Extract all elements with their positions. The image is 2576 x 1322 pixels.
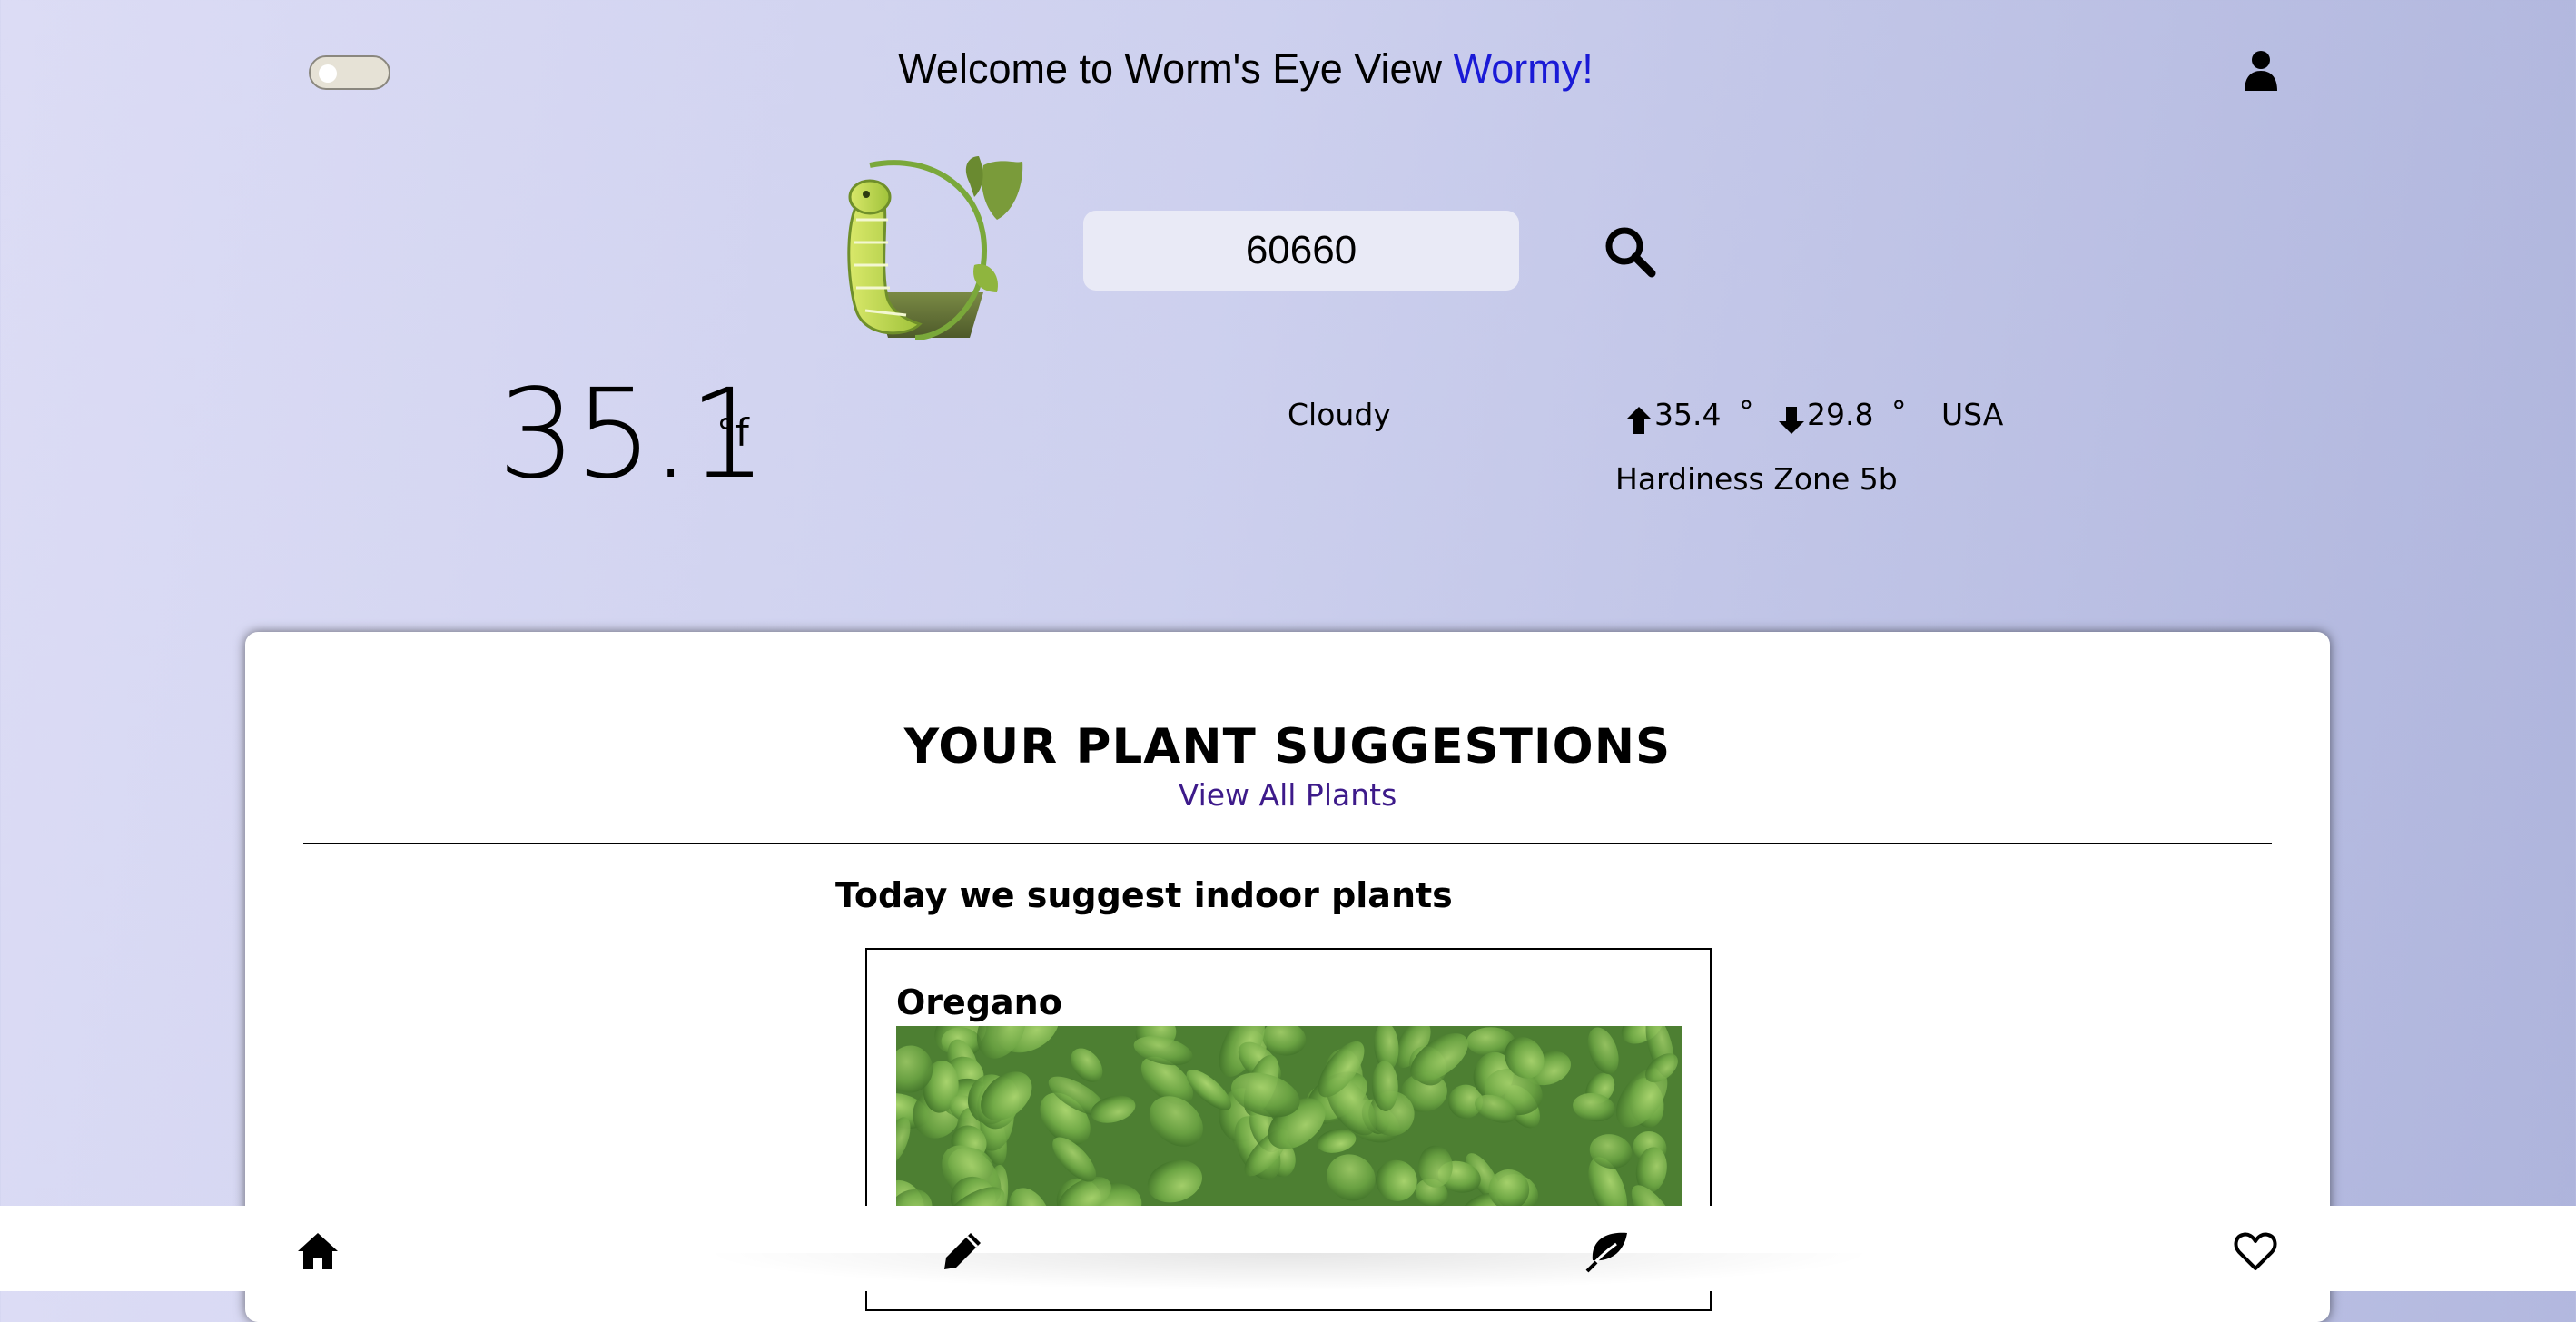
suggestion-subtitle: Today we suggest indoor plants — [835, 875, 1453, 915]
arrow-up-icon — [1626, 407, 1652, 434]
temperature-unit: °f — [716, 410, 749, 455]
suggestions-title: YOUR PLANT SUGGESTIONS — [903, 719, 1672, 774]
country-label: USA — [1941, 397, 2004, 432]
nav-shadow — [699, 1253, 1880, 1291]
welcome-text: Welcome to Worm's Eye View — [898, 45, 1443, 92]
user-icon[interactable] — [2243, 49, 2279, 93]
view-all-plants-link[interactable]: View All Plants — [245, 777, 2330, 813]
high-degree-symbol: ° — [1739, 394, 1754, 429]
plant-name: Oregano — [896, 982, 1062, 1022]
pencil-icon[interactable] — [941, 1229, 984, 1273]
divider — [303, 843, 2272, 844]
search-icon[interactable] — [1604, 225, 1656, 278]
low-degree-symbol: ° — [1891, 394, 1907, 429]
user-name: Wormy! — [1453, 45, 1594, 92]
high-temperature: 35.4 — [1654, 397, 1722, 432]
home-icon[interactable] — [296, 1229, 340, 1273]
worm-logo-icon — [847, 156, 1023, 340]
page-title: Welcome to Worm's Eye View Wormy! — [0, 45, 2492, 93]
heart-icon[interactable] — [2234, 1229, 2277, 1273]
hardiness-zone: Hardiness Zone 5b — [1615, 461, 1898, 497]
arrow-down-icon — [1779, 407, 1804, 434]
low-temperature: 29.8 — [1807, 397, 1874, 432]
weather-condition: Cloudy — [1288, 397, 1391, 432]
leaf-icon[interactable] — [1585, 1229, 1629, 1273]
zip-search-input[interactable] — [1083, 211, 1519, 291]
